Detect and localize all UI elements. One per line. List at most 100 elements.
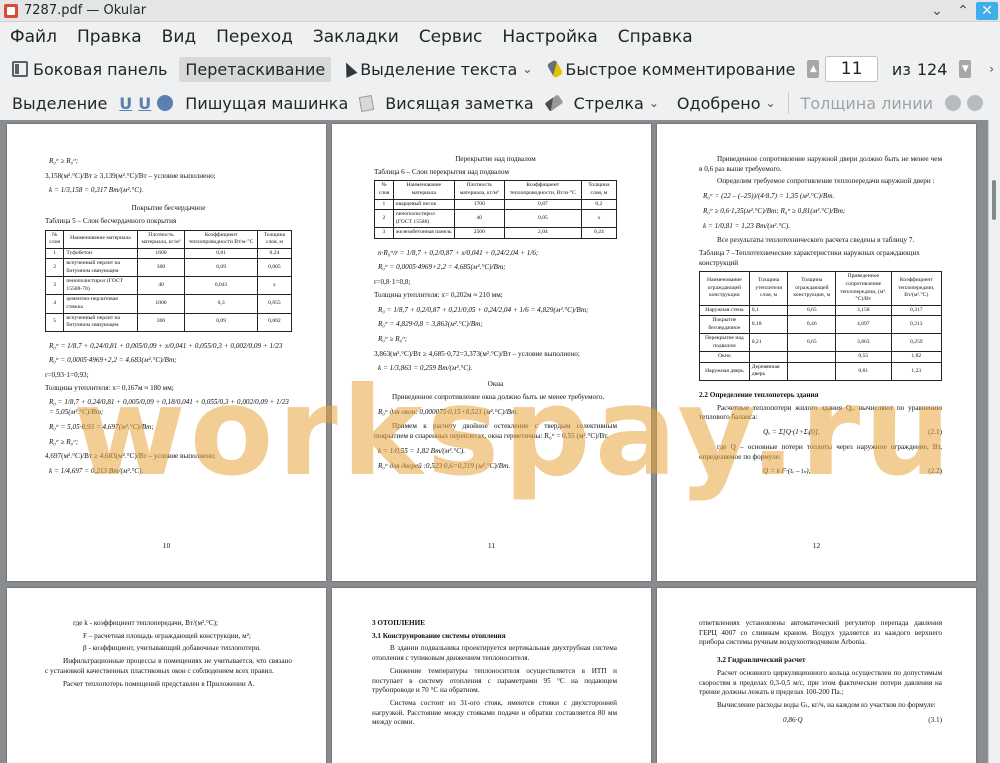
table-cell: 0,81 bbox=[835, 361, 892, 382]
color-icon[interactable] bbox=[945, 95, 962, 111]
note-icon[interactable] bbox=[359, 94, 375, 112]
table-header: Толщина утеплителя слоя, м bbox=[748, 271, 789, 306]
table-cell: Деревянная дверь bbox=[748, 361, 789, 382]
paragraph: Примем к расчету двойное остекление с тв… bbox=[374, 422, 617, 441]
stamp-tool-button[interactable]: Одобрено ⌄ bbox=[671, 91, 782, 116]
paragraph: ответвлениях установлены автоматический … bbox=[699, 619, 942, 647]
paragraph: Все результаты теплотехнического расчета… bbox=[717, 236, 915, 245]
text-line: r=0,8·1=0,8; bbox=[374, 278, 411, 287]
squiggly-underline-icon[interactable]: U bbox=[138, 94, 151, 113]
table-caption: Таблица 7 –Теплотехнические характеристи… bbox=[699, 249, 920, 267]
maximize-icon[interactable]: ⌃ bbox=[950, 0, 976, 22]
menu-tools[interactable]: Сервис bbox=[419, 27, 483, 47]
strikeout-icon[interactable] bbox=[157, 95, 174, 111]
arrow-tool-button[interactable]: Стрелка ⌄ bbox=[568, 91, 665, 116]
table-cell: 1 bbox=[44, 247, 65, 260]
table-header: Коэффициент теплопроводности, Вт/м·°С bbox=[503, 180, 582, 200]
table-cell: x bbox=[580, 209, 618, 229]
table-header: Наименование материала bbox=[392, 180, 455, 200]
menu-settings[interactable]: Настройка bbox=[502, 27, 597, 47]
formula: R₀ᵗʳ ≥ R₀ᵗʳ; bbox=[49, 157, 79, 165]
formula-row: Q = k·F·(tᵥ – tₙ), (2.2) bbox=[703, 467, 942, 477]
text-line: β - коэффициент, учитывающий добавочные … bbox=[83, 644, 261, 653]
layers-table: № слоя Наименование материала Плотность … bbox=[44, 229, 293, 332]
page-number-input[interactable]: 11 bbox=[825, 56, 878, 82]
table-header: Наименование материала bbox=[63, 229, 138, 249]
table-header: Наименование ограждающей конструкции bbox=[699, 271, 750, 306]
table-cell: 0,24 bbox=[580, 227, 618, 239]
table-cell: 0,65 bbox=[787, 333, 837, 353]
layers-table: № слоя Наименование материала Плотность … bbox=[374, 180, 618, 239]
menu-help[interactable]: Справка bbox=[618, 27, 693, 47]
formula: k = 1/3,158 = 0,317 Вт/(м².°С). bbox=[49, 186, 144, 195]
line-width-button[interactable]: Толщина линии bbox=[795, 91, 940, 116]
text-select-button[interactable]: Выделение текста ⌄ bbox=[337, 57, 538, 82]
table-cell: 3,158 bbox=[835, 304, 892, 317]
table-cell: 0,46 bbox=[787, 315, 837, 335]
table-cell: 2 bbox=[374, 209, 394, 229]
quick-comment-button[interactable]: Быстрое комментирование bbox=[544, 57, 801, 82]
scrollbar-thumb[interactable] bbox=[992, 180, 996, 220]
menu-go[interactable]: Переход bbox=[216, 27, 293, 47]
page-number: 12 bbox=[812, 540, 821, 550]
table-cell: 3 bbox=[44, 276, 65, 296]
menu-bookmarks[interactable]: Закладки bbox=[313, 27, 399, 47]
formula: 0,86·Q bbox=[783, 715, 803, 724]
sidebar-toggle-label: Боковая панель bbox=[33, 59, 168, 79]
document-page: Приведенное сопротивление наружной двери… bbox=[657, 124, 976, 581]
table-cell: Окно bbox=[699, 351, 750, 363]
table-row: 2 вспученный перлит на битумном связующем… bbox=[44, 258, 293, 278]
brush-icon[interactable] bbox=[544, 94, 564, 112]
table-row: 5 вспученный перлит на битумном связующем… bbox=[44, 312, 293, 332]
table-cell: 0,24 bbox=[256, 247, 293, 260]
formula: R₀ᵗʳ = 5,05·0,93 = 4,697(м².°С)/Вт; bbox=[49, 422, 154, 431]
table-header: Толщина ограждающей конструкции, м bbox=[787, 271, 837, 306]
line-width-label: Толщина линии bbox=[800, 93, 934, 113]
close-icon[interactable]: ✕ bbox=[976, 1, 998, 20]
section-heading: 3.2 Гидравлический расчет bbox=[717, 656, 806, 665]
document-viewport[interactable]: R₀ᵗʳ ≥ R₀ᵗʳ; 3,158(м².°С)/Вт ≥ 3,139(м².… bbox=[0, 120, 988, 763]
next-page-icon[interactable]: ▼ bbox=[959, 60, 972, 78]
menu-file[interactable]: Файл bbox=[10, 27, 57, 47]
drag-tool-button[interactable]: Перетаскивание bbox=[179, 56, 332, 82]
pop-up-note-button[interactable]: Висящая заметка bbox=[379, 91, 539, 116]
formula-number: (2.2) bbox=[928, 467, 942, 476]
table-cell bbox=[748, 351, 789, 363]
typewriter-tool-label: Пишущая машинка bbox=[185, 93, 349, 113]
formula: R₀ᵗʳ ≥ R₀ᵗʳ; bbox=[378, 335, 408, 344]
table-row: 2 пенополистирол (ГОСТ 15588) 40 0,05 x bbox=[374, 209, 618, 229]
table-row: Наружная стена 0,1 0,65 3,158 0,317 bbox=[699, 304, 943, 317]
sidebar-toggle-button[interactable]: Боковая панель bbox=[6, 57, 173, 82]
table-header: Толщина слоя, м bbox=[256, 229, 293, 249]
document-page: R₀ᵗʳ ≥ R₀ᵗʳ; 3,158(м².°С)/Вт ≥ 3,139(м².… bbox=[7, 124, 326, 581]
menu-edit[interactable]: Правка bbox=[77, 27, 142, 47]
chevron-down-icon[interactable]: ⌄ bbox=[765, 96, 775, 110]
table-cell: 1,23 bbox=[890, 361, 943, 382]
table-row: Наружная дверь Деревянная дверь 0,81 1,23 bbox=[699, 361, 943, 382]
highlight-tool-button[interactable]: Выделение bbox=[6, 91, 113, 116]
chevron-down-icon[interactable]: ⌄ bbox=[649, 96, 659, 110]
paragraph: Приведенное сопротивление наружной двери… bbox=[699, 155, 942, 173]
formula: R₀ᵗʳ = 4,829·0,8 = 3,863(м².°С)/Вт; bbox=[378, 320, 483, 329]
underline-icon[interactable]: U bbox=[119, 94, 132, 113]
minimize-icon[interactable]: ⌄ bbox=[924, 0, 950, 22]
toolbar-separator bbox=[787, 92, 789, 114]
table-cell: 0,055 bbox=[256, 294, 293, 314]
annotation-toolbar: Выделение U U Пишущая машинка Висящая за… bbox=[0, 86, 1000, 120]
table-caption: Таблица 6 – Слои перекрытия над подвалом bbox=[374, 167, 509, 176]
text-line: 3,863(м².°С)/Вт ≥ 4,685·0,72=3,373(м².°С… bbox=[374, 349, 580, 358]
table-row: Перекрытие над подвалом 0,21 0,65 3,863 0,25… bbox=[699, 333, 943, 353]
opacity-icon[interactable] bbox=[967, 95, 984, 111]
vertical-scrollbar[interactable] bbox=[988, 120, 1000, 763]
paragraph: Приведенное сопротивление окна должно бы… bbox=[392, 392, 605, 401]
typewriter-tool-button[interactable]: Пишущая машинка bbox=[179, 91, 354, 116]
table-cell: Туфобетон bbox=[63, 247, 138, 260]
section-heading: 2.2 Определение теплопотерь здания bbox=[699, 391, 819, 400]
main-toolbar: Боковая панель Перетаскивание Выделение … bbox=[0, 52, 1000, 86]
previous-page-icon[interactable]: ▲ bbox=[807, 60, 820, 78]
sidebar-icon bbox=[12, 61, 28, 77]
toolbar-overflow-icon[interactable]: › bbox=[989, 62, 994, 76]
chevron-down-icon[interactable]: ⌄ bbox=[522, 62, 532, 76]
menu-bar: Файл Правка Вид Переход Закладки Сервис … bbox=[0, 22, 1000, 52]
menu-view[interactable]: Вид bbox=[162, 27, 196, 47]
